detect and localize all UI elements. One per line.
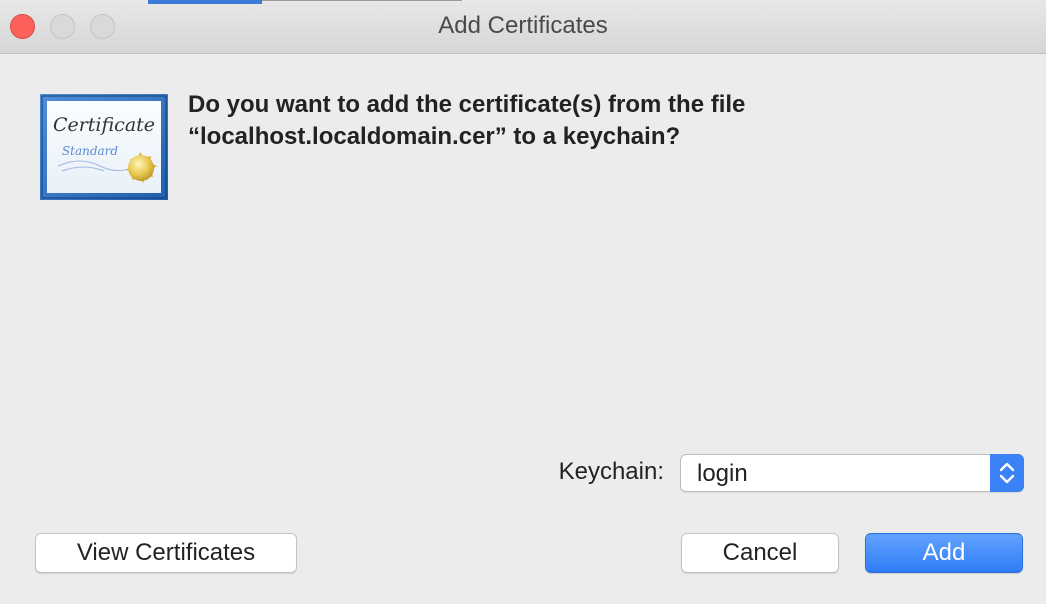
add-button[interactable]: Add [865, 533, 1023, 573]
dialog-message-line-2: “localhost.localdomain.cer” to a keychai… [188, 123, 681, 150]
background-window-strip [148, 0, 262, 4]
keychain-label: Keychain: [558, 458, 664, 485]
title-bar: Add Certificates [0, 0, 1046, 54]
window-title: Add Certificates [438, 12, 608, 39]
cancel-button[interactable]: Cancel [681, 533, 839, 573]
view-certificates-button[interactable]: View Certificates [35, 533, 297, 573]
dialog-message: Do you want to add the certificate(s) fr… [188, 89, 1008, 153]
keychain-popup[interactable]: login [680, 454, 1024, 492]
background-window-line [262, 0, 462, 1]
dialog-message-line-1: Do you want to add the certificate(s) fr… [188, 91, 746, 118]
chevron-up-down-icon[interactable] [990, 454, 1024, 492]
keychain-popup-value: login [697, 460, 748, 487]
certificate-icon-subtitle: Standard [62, 144, 118, 158]
certificate-icon: Certificate Standard [40, 94, 168, 200]
certificate-icon-title: Certificate [53, 114, 155, 136]
